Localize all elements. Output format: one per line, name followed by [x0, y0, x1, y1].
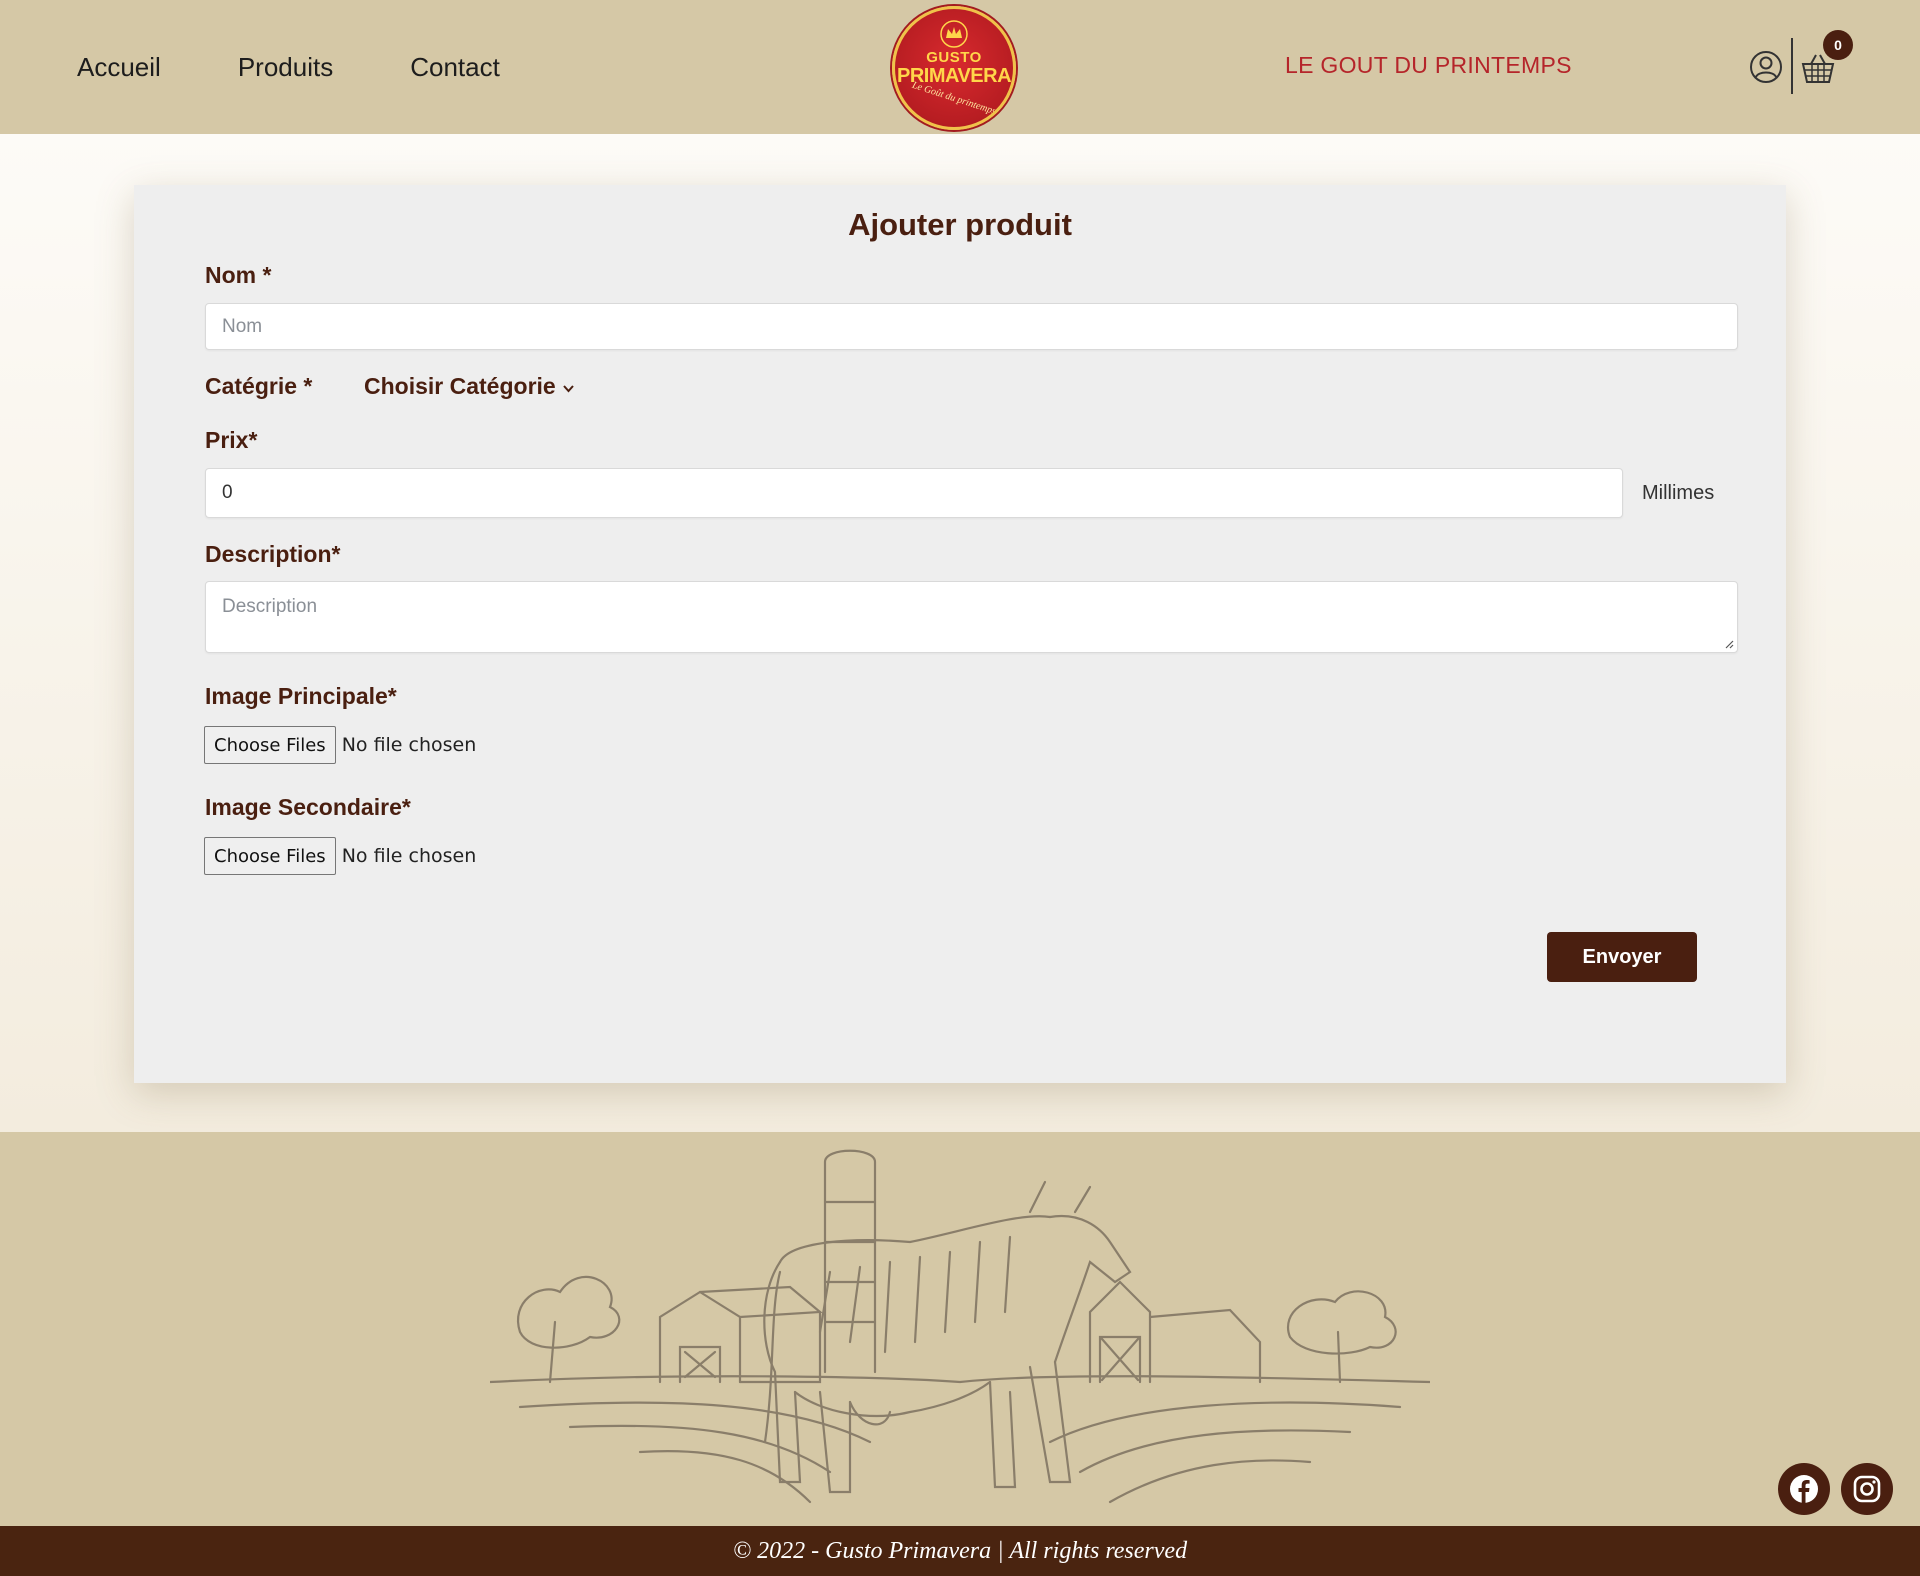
secondary-image-choose-button[interactable]: Choose Files	[204, 837, 336, 875]
brand-logo[interactable]: GUSTO PRIMAVERA Le Goût du printemps	[892, 6, 1016, 130]
header-divider	[1791, 38, 1793, 94]
category-label: Catégrie *	[205, 373, 313, 399]
nav-link-contact[interactable]: Contact	[410, 50, 500, 84]
copyright-bar: © 2022 - Gusto Primavera | All rights re…	[0, 1526, 1920, 1576]
price-unit: Millimes	[1642, 482, 1715, 504]
category-dropdown[interactable]: Choisir Catégorie	[364, 373, 575, 400]
facebook-icon	[1790, 1475, 1818, 1503]
secondary-image-label: Image Secondaire*	[205, 794, 411, 820]
instagram-icon	[1853, 1475, 1881, 1503]
copyright-text: © 2022 - Gusto Primavera | All rights re…	[732, 1537, 1188, 1564]
price-input[interactable]: 0	[205, 468, 1623, 518]
cart-count-badge: 0	[1823, 30, 1853, 60]
category-dropdown-label: Choisir Catégorie	[364, 373, 556, 399]
main-image-file-status: No file chosen	[341, 734, 477, 756]
nav-link-produits[interactable]: Produits	[238, 50, 333, 84]
price-label: Prix*	[205, 427, 258, 453]
site-header: Accueil Produits Contact GUSTO PRIMAVERA…	[0, 0, 1920, 134]
form-title: Ajouter produit	[848, 207, 1072, 242]
main-nav: Accueil Produits Contact	[77, 50, 577, 84]
crown-icon	[940, 20, 968, 48]
add-product-form: Ajouter produit Nom * Nom Catégrie * Cho…	[134, 185, 1786, 1083]
main-image-choose-button[interactable]: Choose Files	[204, 726, 336, 764]
main-image-label: Image Principale*	[205, 683, 397, 709]
secondary-image-file-input: Choose Files No file chosen	[204, 837, 476, 875]
description-textarea[interactable]: Description	[205, 581, 1738, 653]
name-label: Nom *	[205, 262, 272, 288]
name-input[interactable]: Nom	[205, 303, 1738, 350]
logo-line-gusto: GUSTO	[926, 49, 982, 66]
description-placeholder: Description	[222, 596, 318, 617]
instagram-link[interactable]	[1841, 1463, 1893, 1515]
farm-illustration	[490, 1149, 1430, 1504]
facebook-link[interactable]	[1778, 1463, 1830, 1515]
description-label: Description*	[205, 541, 341, 567]
nav-link-accueil[interactable]: Accueil	[77, 50, 161, 84]
main-image-file-input: Choose Files No file chosen	[204, 726, 476, 764]
submit-button[interactable]: Envoyer	[1547, 932, 1697, 982]
chevron-down-icon	[562, 385, 574, 393]
user-circle-icon[interactable]	[1749, 50, 1783, 84]
secondary-image-file-status: No file chosen	[341, 845, 477, 867]
site-footer	[0, 1132, 1920, 1526]
resize-grip-icon[interactable]	[1724, 639, 1734, 649]
header-tagline: LE GOUT DU PRINTEMPS	[1285, 52, 1572, 78]
